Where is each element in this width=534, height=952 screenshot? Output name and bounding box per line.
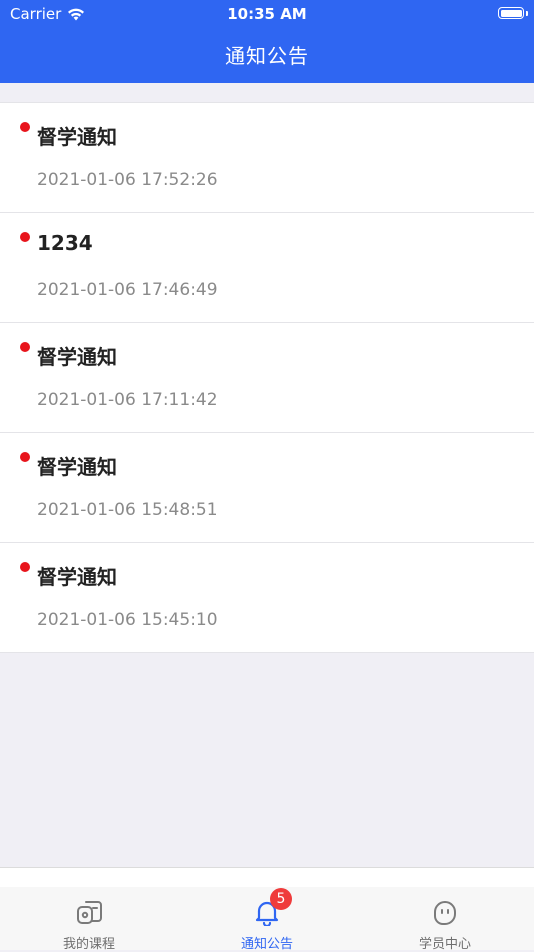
notice-time: 2021-01-06 17:11:42 bbox=[37, 390, 218, 410]
tab-bar: 我的课程 5 通知公告 学员中心 bbox=[0, 867, 534, 952]
notice-item[interactable]: 督学通知 2021-01-06 15:48:51 bbox=[0, 433, 534, 543]
notice-time: 2021-01-06 15:45:10 bbox=[37, 610, 218, 630]
tab-label: 学员中心 bbox=[418, 937, 471, 952]
notification-badge: 5 bbox=[270, 888, 292, 910]
notice-time: 2021-01-06 17:46:49 bbox=[37, 280, 218, 300]
nav-header: Carrier 10:35 AM 通知公告 bbox=[0, 0, 534, 83]
notice-title: 督学通知 bbox=[37, 125, 117, 149]
battery-level bbox=[500, 9, 522, 17]
tab-student-center[interactable]: 学员中心 bbox=[385, 888, 505, 952]
courses-icon bbox=[75, 898, 103, 926]
tab-bar-strip bbox=[0, 868, 534, 887]
notice-time: 2021-01-06 15:48:51 bbox=[37, 500, 218, 520]
unread-dot-icon bbox=[20, 452, 30, 462]
tab-label: 我的课程 bbox=[62, 937, 115, 952]
notice-item[interactable]: 督学通知 2021-01-06 17:11:42 bbox=[0, 323, 534, 433]
notice-title: 督学通知 bbox=[37, 565, 117, 589]
page-title: 通知公告 bbox=[225, 44, 309, 68]
battery-icon bbox=[498, 7, 524, 19]
unread-dot-icon bbox=[20, 342, 30, 352]
unread-dot-icon bbox=[20, 122, 30, 132]
notice-item[interactable]: 督学通知 2021-01-06 17:52:26 bbox=[0, 103, 534, 213]
notice-title: 督学通知 bbox=[37, 455, 117, 479]
unread-dot-icon bbox=[20, 562, 30, 572]
student-center-icon bbox=[431, 898, 459, 926]
notice-item[interactable]: 督学通知 2021-01-06 15:45:10 bbox=[0, 543, 534, 653]
battery-tip bbox=[526, 11, 528, 16]
notice-item[interactable]: 1234 2021-01-06 17:46:49 bbox=[0, 213, 534, 323]
notice-title: 督学通知 bbox=[37, 345, 117, 369]
notice-title: 1234 bbox=[37, 231, 93, 255]
unread-dot-icon bbox=[20, 232, 30, 242]
notice-time: 2021-01-06 17:52:26 bbox=[37, 170, 218, 190]
tab-label: 通知公告 bbox=[240, 937, 293, 952]
status-bar: Carrier 10:35 AM bbox=[0, 0, 534, 28]
tab-my-courses[interactable]: 我的课程 bbox=[29, 888, 149, 952]
notice-list: 督学通知 2021-01-06 17:52:26 1234 2021-01-06… bbox=[0, 102, 534, 653]
tab-notices[interactable]: 5 通知公告 bbox=[207, 888, 327, 952]
status-time: 10:35 AM bbox=[227, 5, 307, 23]
